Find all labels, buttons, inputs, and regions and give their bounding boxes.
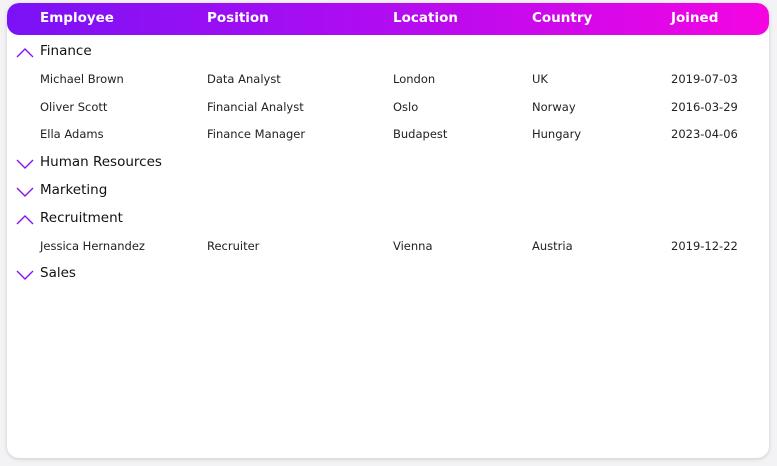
cell-employee: Ella Adams xyxy=(40,127,104,141)
group-label: Marketing xyxy=(40,181,108,198)
group-row-marketing[interactable]: Marketing xyxy=(7,176,769,204)
table-row[interactable]: Jessica Hernandez Recruiter Vienna Austria 2… xyxy=(7,232,769,260)
table-row[interactable]: Ella Adams Finance Manager Budapest Hungary… xyxy=(7,120,769,148)
column-header-location[interactable]: Location xyxy=(393,10,458,26)
chevron-down-icon[interactable] xyxy=(16,183,34,197)
cell-position: Finance Manager xyxy=(207,127,306,141)
column-header-country[interactable]: Country xyxy=(532,10,592,26)
cell-country: UK xyxy=(532,72,548,86)
table-row[interactable]: Oliver Scott Financial Analyst Oslo Norway 2… xyxy=(7,93,769,121)
cell-employee: Oliver Scott xyxy=(40,99,108,114)
group-row-human-resources[interactable]: Human Resources xyxy=(7,148,769,176)
cell-joined: 2019-07-03 xyxy=(671,72,738,86)
column-header-employee[interactable]: Employee xyxy=(40,10,114,26)
cell-country: Norway xyxy=(532,99,576,114)
column-header-position[interactable]: Position xyxy=(207,10,269,26)
cell-position: Data Analyst xyxy=(207,72,281,86)
cell-position: Recruiter xyxy=(207,238,260,253)
column-header-joined[interactable]: Joined xyxy=(671,10,718,26)
group-label: Finance xyxy=(40,43,92,59)
group-label: Recruitment xyxy=(40,209,123,226)
table-row[interactable]: Michael Brown Data Analyst London UK 2019-07… xyxy=(7,65,769,93)
cell-joined: 2016-03-29 xyxy=(671,99,738,114)
chevron-up-icon[interactable] xyxy=(16,211,34,224)
group-row-sales[interactable]: Sales xyxy=(7,259,769,287)
cell-employee: Jessica Hernandez xyxy=(40,238,145,253)
chevron-down-icon[interactable] xyxy=(16,155,34,169)
cell-joined: 2019-12-22 xyxy=(671,238,738,253)
chevron-down-icon[interactable] xyxy=(16,266,34,280)
group-label: Sales xyxy=(40,265,76,281)
cell-location: Vienna xyxy=(393,238,433,253)
group-row-finance[interactable]: Finance xyxy=(7,37,769,65)
table-header: Employee Position Location Country Joine… xyxy=(7,3,769,35)
cell-location: Budapest xyxy=(393,127,448,141)
table-body: Finance Michael Brown Data Analyst London UK… xyxy=(7,35,769,287)
grouped-table: Employee Position Location Country Joine… xyxy=(7,3,769,458)
cell-country: Austria xyxy=(532,238,573,253)
cell-location: London xyxy=(393,72,436,86)
group-row-recruitment[interactable]: Recruitment xyxy=(7,204,769,232)
cell-location: Oslo xyxy=(393,99,419,114)
cell-country: Hungary xyxy=(532,127,582,141)
chevron-up-icon[interactable] xyxy=(16,44,34,58)
cell-joined: 2023-04-06 xyxy=(671,127,738,141)
group-label: Human Resources xyxy=(40,153,162,170)
cell-employee: Michael Brown xyxy=(40,72,124,86)
cell-position: Financial Analyst xyxy=(207,99,304,114)
